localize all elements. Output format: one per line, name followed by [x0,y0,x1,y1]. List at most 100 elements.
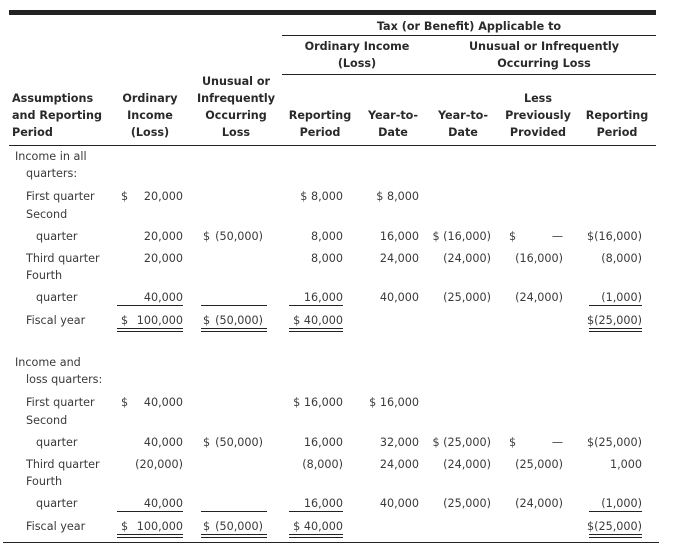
row-label: Fourth [26,269,63,282]
cell-c7: $(16,000) [587,230,642,243]
subgroup-unusual-line2: Occurring Loss [497,57,591,70]
cell-c7: $(25,000) [587,520,642,533]
cell-c3: $ 8,000 [300,190,343,203]
subgroup-ordinary-line1: Ordinary Income [304,40,410,53]
group-title: Tax (or Benefit) Applicable to [376,20,562,33]
row-label: Second [26,208,68,221]
currency-sign: $ [121,520,129,533]
cell-c2: (50,000) [215,314,263,327]
subgroup-unusual-line1: Unusual or Infrequently [468,40,620,53]
row-label: Third quarter [26,458,100,471]
cell-c5: $ (16,000) [432,230,491,243]
cell-c6: (24,000) [515,497,563,510]
row-label: First quarter [26,396,95,409]
subtotal-underline [289,305,343,306]
currency-sign: $ [203,314,211,327]
total-double-underline-bottom [589,331,642,332]
col-unusual-loss-header-line: Loss [221,126,251,139]
col-assumptions-header-line: Period [12,126,53,139]
total-double-underline-top [117,328,183,329]
bottom-rule [3,542,659,543]
subtotal-underline [201,305,267,306]
cell-c1: 20,000 [143,190,183,203]
row-label: quarter [36,436,78,449]
total-double-underline-bottom [201,537,267,538]
total-double-underline-bottom [117,537,183,538]
cell-c2: (50,000) [215,520,263,533]
header-bottom-rule [9,145,656,146]
total-double-underline-top [589,534,642,535]
row-label: Second [26,414,68,427]
total-double-underline-bottom [201,331,267,332]
section-title-line: quarters: [26,167,78,180]
cell-c4: 40,000 [379,497,419,510]
top-thick-rule [9,10,656,15]
subtotal-underline [201,511,267,512]
total-double-underline-top [117,534,183,535]
cell-c7: $(25,000) [587,314,642,327]
cell-c3: $ 16,000 [293,396,343,409]
cell-c4: 16,000 [379,230,419,243]
cell-c1: 40,000 [143,436,183,449]
cell-c7: 1,000 [609,458,642,471]
cell-c6: (25,000) [515,458,563,471]
currency-sign: $ [509,436,517,449]
col-unusual-loss-header-line: Occurring [205,109,267,122]
col-ordinary-ytd-header-line: Date [378,126,408,139]
col-unusual-ytd-header-line: Year-to- [437,109,489,122]
col-ordinary-ytd-header-line: Year-to- [367,109,419,122]
col-less-previously-provided-header-line: Less [523,92,553,105]
cell-c3: 16,000 [303,291,343,304]
total-double-underline-top [589,328,642,329]
cell-c1: (20,000) [135,458,183,471]
total-double-underline-top [289,534,343,535]
row-label: quarter [36,230,78,243]
cell-c7: (1,000) [601,291,642,304]
cell-c5: (24,000) [443,458,491,471]
col-unusual-loss-header-line: Infrequently [196,92,276,105]
total-double-underline-top [201,534,267,535]
cell-c5: $ (25,000) [432,436,491,449]
currency-sign: $ [121,396,129,409]
currency-sign: $ [121,190,129,203]
subtotal-underline [289,511,343,512]
cell-c3: 16,000 [303,436,343,449]
cell-c1: 100,000 [136,314,183,327]
col-assumptions-header-line: Assumptions [12,92,94,105]
cell-c4: 24,000 [379,458,419,471]
row-label: Fourth [26,475,63,488]
subtotal-underline [117,511,183,512]
section-title-line: loss quarters: [26,373,103,386]
cell-c3: 8,000 [310,252,343,265]
cell-c7: (1,000) [601,497,642,510]
subtotal-underline [117,305,183,306]
cell-c4: 32,000 [379,436,419,449]
cell-c1: 40,000 [143,291,183,304]
col-ordinary-income-header-line: (Loss) [130,126,170,139]
col-unusual-loss-header-line: Unusual or [201,75,271,88]
cell-c6: (24,000) [515,291,563,304]
cell-c5: (24,000) [443,252,491,265]
total-double-underline-top [201,328,267,329]
currency-sign: $ [121,314,129,327]
group-title-rule [282,35,656,36]
cell-c1: 40,000 [143,396,183,409]
total-double-underline-bottom [589,537,642,538]
currency-sign: $ [203,230,211,243]
col-ordinary-income-header-line: Ordinary [122,92,178,105]
cell-c1: 20,000 [143,252,183,265]
currency-sign: $ [203,520,211,533]
row-label: Fiscal year [26,314,86,327]
row-label: Fiscal year [26,520,86,533]
col-less-previously-provided-header-line: Provided [509,126,567,139]
col-ordinary-reporting-period-header-line: Period [299,126,341,139]
total-double-underline-bottom [289,331,343,332]
cell-c7: (8,000) [601,252,642,265]
cell-c3: $ 40,000 [293,520,343,533]
cell-c1: 100,000 [136,520,183,533]
cell-c5: (25,000) [443,497,491,510]
total-double-underline-top [289,328,343,329]
col-unusual-reporting-period-header-line: Reporting [585,109,649,122]
cell-c5: (25,000) [443,291,491,304]
cell-c4: $ 16,000 [369,396,419,409]
